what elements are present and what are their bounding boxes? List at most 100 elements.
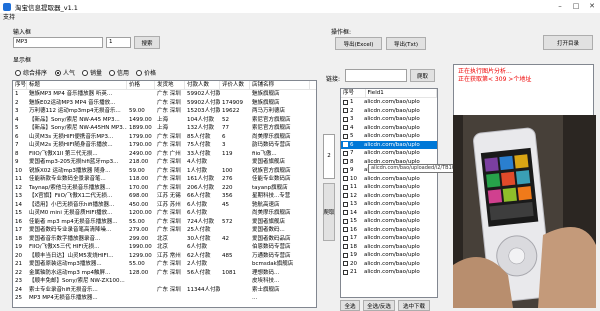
col-title-header[interactable]: 标题: [27, 81, 127, 89]
checkbox-icon[interactable]: [343, 210, 348, 216]
link-row[interactable]: 10 alicdn.com/bao/uplo: [341, 175, 437, 184]
export-txt-button[interactable]: 导出(Txt): [386, 37, 426, 50]
link-row[interactable]: 17 alicdn.com/bao/uplo: [341, 234, 437, 243]
cell-price: 1790.00: [129, 142, 152, 148]
download-selected-button[interactable]: 选中下载: [398, 300, 430, 311]
export-excel-button[interactable]: 导出(Excel): [335, 37, 382, 50]
link-row[interactable]: 21 alicdn.com/bao/uplo: [341, 268, 437, 277]
link-row[interactable]: 5 alicdn.com/bao/uplo: [341, 132, 437, 141]
sort-radio-comprehensive[interactable]: 综合排序: [15, 68, 47, 77]
link-row[interactable]: 15 alicdn.com/bao/uplo: [341, 217, 437, 226]
table-row[interactable]: 7 山灵M2s 无损HIFI随身音乐播放... 1790.00 广东 深圳 75人付款 3…: [13, 141, 316, 150]
checkbox-icon[interactable]: [343, 167, 348, 173]
col-shop-header[interactable]: 店铺名称: [250, 81, 310, 89]
keyword-input[interactable]: MP3: [13, 37, 103, 48]
link-row[interactable]: 20 alicdn.com/bao/uplo: [341, 260, 437, 269]
table-row[interactable]: 25 MP3 MP4无损音乐播放器......: [13, 294, 316, 303]
checkbox-icon[interactable]: [343, 125, 348, 131]
checkbox-icon[interactable]: [343, 235, 348, 241]
table-row[interactable]: 8 FIIO/飞傲X1II 第三代无损... 2490.00 广东 广州 33人付款 11…: [13, 150, 316, 159]
link-col-field-header[interactable]: Field1: [366, 89, 437, 97]
table-row[interactable]: 24 索士专业录音hifi无损音乐... 广东 深圳 11344人付款 索士旗舰店: [13, 286, 316, 295]
link-row[interactable]: 11 alicdn.com/bao/uplo: [341, 183, 437, 192]
link-crawl-button[interactable]: 爬取: [410, 69, 435, 82]
link-input[interactable]: [345, 69, 407, 82]
col-price-header[interactable]: 价格: [127, 81, 155, 89]
link-col-index-header[interactable]: 序号: [341, 89, 366, 97]
link-row[interactable]: 4 alicdn.com/bao/uplo: [341, 124, 437, 133]
col-index-header[interactable]: 序号: [13, 81, 27, 89]
table-row[interactable]: 9 爱国者mp3-205无损hifi蓝牙mp3... 218.00 广东 深圳 4人付款…: [13, 158, 316, 167]
table-row[interactable]: 21 爱国者原装运动mp3播放器... 55.00 广东 深圳 2人付款 bcmsdak旗…: [13, 260, 316, 269]
menu-support[interactable]: 支持: [3, 14, 15, 21]
table-row[interactable]: 15 山灵M0 mini 无损音质HIFI播放... 1200.00 广东 深圳 6人付…: [13, 209, 316, 218]
table-row[interactable]: 17 爱国者数码专业录音笔高清降噪... 279.00 广东 深圳 25人付款 爱国者数码…: [13, 226, 316, 235]
select-all-button[interactable]: 全选: [340, 300, 360, 311]
table-row[interactable]: 14 【适用】小巴无损音乐hifi播放器... 450.00 江苏 苏州 6人付款 45 驰…: [13, 201, 316, 210]
table-row[interactable]: 22 金属轴防水运动mp3 mp4触屏... 128.00 广东 深圳 56人付款 108…: [13, 269, 316, 278]
checkbox-icon[interactable]: [343, 261, 348, 267]
product-table[interactable]: 序号 标题 价格 发货地 付款人数 评价人数 店铺名称 1 魅族MP3 MP4 音…: [12, 80, 317, 308]
table-row[interactable]: 10 锐族X02 运动mp3播放器 随身... 59.00 广东 深圳 1人付款 100 锐…: [13, 167, 316, 176]
table-row[interactable]: 12 Taynap/索他马无损音乐播放器... 170.00 广东 深圳 206人付款 2…: [13, 184, 316, 193]
col-buyers-header[interactable]: 付款人数: [185, 81, 220, 89]
checkbox-icon[interactable]: [343, 133, 348, 139]
table-row[interactable]: 5 【新品】Sony/索尼 NW-A45HN MP3... 1899.00 上海 132…: [13, 124, 316, 133]
checkbox-icon[interactable]: [343, 176, 348, 182]
invert-selection-button[interactable]: 全选/反选: [363, 300, 395, 311]
link-row[interactable]: 12 alicdn.com/bao/uplo: [341, 192, 437, 201]
cell-title: 山灵M0 mini 无损音质HIFI播放...: [29, 210, 113, 216]
checkbox-icon[interactable]: [343, 184, 348, 190]
table-row[interactable]: 19 FIIO/飞傲X5三代 HIFI无损... 1990.00 北京 6人付款 伯恩数码…: [13, 243, 316, 252]
link-cell-index: 4: [350, 124, 354, 131]
checkbox-icon[interactable]: [343, 201, 348, 207]
col-location-header[interactable]: 发货地: [155, 81, 185, 89]
sort-radio-credit[interactable]: 信用: [109, 68, 129, 77]
col-reviews-header[interactable]: 评价人数: [220, 81, 250, 89]
minimize-icon[interactable]: –: [552, 0, 568, 11]
table-row[interactable]: 1 魅族MP3 MP4 音乐播放器 听英... 广东 深圳 59902人付款 魅族旗舰店: [13, 90, 316, 99]
table-row[interactable]: 3 万利德112 运动mp3mp4无损音乐... 59.00 广东 深圳 15203人付…: [13, 107, 316, 116]
link-row[interactable]: 18 alicdn.com/bao/uplo: [341, 243, 437, 252]
link-row[interactable]: 6 alicdn.com/bao/uplo: [341, 140, 437, 149]
checkbox-icon[interactable]: [343, 227, 348, 233]
link-list[interactable]: 序号 Field1 1 alicdn.com/bao/uplo 2 alicdn.co…: [340, 88, 438, 298]
table-row[interactable]: 2 魅族E02运动MP3 MP4 音乐播放... 广东 深圳 59902人付款 1749…: [13, 99, 316, 108]
checkbox-icon[interactable]: [343, 108, 348, 114]
maximize-icon[interactable]: □: [568, 0, 584, 11]
link-row[interactable]: 19 alicdn.com/bao/uplo: [341, 251, 437, 260]
checkbox-icon[interactable]: [343, 142, 348, 148]
sort-radio-sales[interactable]: 销量: [82, 68, 102, 77]
link-row[interactable]: 2 alicdn.com/bao/uplo: [341, 107, 437, 116]
checkbox-icon[interactable]: [343, 116, 348, 122]
table-row[interactable]: 4 【新品】Sony/索尼 NW-A45 MP3... 1499.00 上海 104人付…: [13, 116, 316, 125]
checkbox-icon[interactable]: [343, 252, 348, 258]
open-directory-button[interactable]: 打开目录: [543, 35, 593, 50]
close-icon[interactable]: ✕: [584, 0, 600, 11]
page-input[interactable]: 1: [106, 37, 131, 48]
link-row[interactable]: 1 alicdn.com/bao/uplo: [341, 98, 437, 107]
table-row[interactable]: 11 佳能新款专业数码全景录音笔... 118.00 广东 深圳 161人付款 276 佳能…: [13, 175, 316, 184]
sort-radio-popularity[interactable]: 人气: [55, 68, 75, 77]
link-row[interactable]: 7 alicdn.com/bao/uplo: [341, 149, 437, 158]
table-row[interactable]: 20 【顺丰当日达】山灵M5发烧HIFI... 1299.00 江苏 常州 62人付款 4…: [13, 252, 316, 261]
link-row[interactable]: 16 alicdn.com/bao/uplo: [341, 226, 437, 235]
table-row[interactable]: 16 佳能者 mp3 mp4无损音乐播放器... 55.00 广东 深圳 724人付款 5…: [13, 218, 316, 227]
checkbox-icon[interactable]: [343, 150, 348, 156]
table-row[interactable]: 6 山灵M3s 无损HIFI便携音乐MP3... 1799.00 广东 深圳 85人付款…: [13, 133, 316, 142]
checkbox-icon[interactable]: [343, 244, 348, 250]
table-row[interactable]: 13 【X官旗】FiiO/飞傲X1二代无损... 698.00 江苏 无锡 66人付款 3…: [13, 192, 316, 201]
table-row[interactable]: 23 【顺丰免邮】Sony/索尼 NW-ZX100... 皮埃科技...: [13, 277, 316, 286]
checkbox-icon[interactable]: [343, 193, 348, 199]
side-crawl-button[interactable]: 爬取: [323, 183, 335, 241]
checkbox-icon[interactable]: [343, 99, 348, 105]
checkbox-icon[interactable]: [343, 218, 348, 224]
sort-radio-price[interactable]: 价格: [136, 68, 156, 77]
link-row[interactable]: 14 alicdn.com/bao/uplo: [341, 209, 437, 218]
checkbox-icon[interactable]: [343, 159, 348, 165]
search-button[interactable]: 搜索: [134, 36, 160, 49]
checkbox-icon[interactable]: [343, 269, 348, 275]
link-row[interactable]: 13 alicdn.com/bao/uplo: [341, 200, 437, 209]
link-row[interactable]: 3 alicdn.com/bao/uplo: [341, 115, 437, 124]
table-row[interactable]: 18 爱国者音乐数字播放器录音... 299.00 北京 30人付款 42 爱国者数码品店: [13, 235, 316, 244]
